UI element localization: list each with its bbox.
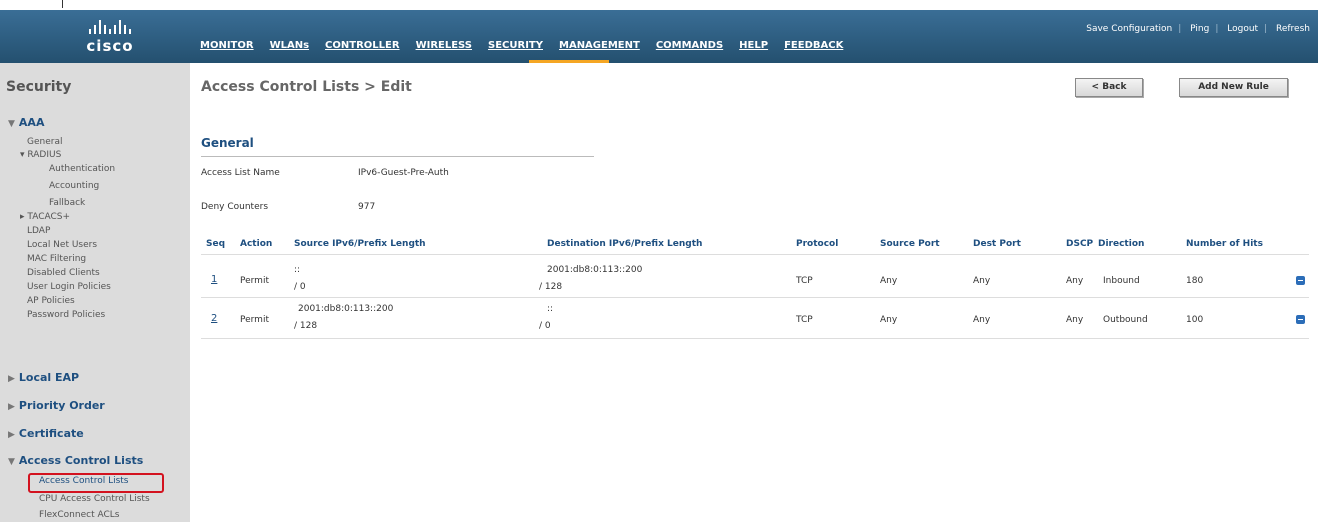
row-1-source-port: Any xyxy=(880,276,898,286)
sidebar-item-ap-policies[interactable]: AP Policies xyxy=(27,296,75,306)
sidebar-item-general[interactable]: General xyxy=(27,137,62,147)
nav-security[interactable]: SECURITY xyxy=(488,40,543,51)
row-2-protocol: TCP xyxy=(796,315,813,325)
row-2-hits: 100 xyxy=(1186,315,1204,325)
section-title-general: General xyxy=(201,136,254,150)
top-strip xyxy=(0,0,1318,10)
row-1-source-address: :: xyxy=(294,265,301,275)
sidebar-item-local-net-users[interactable]: Local Net Users xyxy=(27,240,97,250)
row-2-dest-port: Any xyxy=(973,315,991,325)
column-header-dest-port: Dest Port xyxy=(973,239,1021,249)
cisco-wordmark: cisco xyxy=(86,37,134,55)
column-header-number-of-hits: Number of Hits xyxy=(1186,239,1263,249)
row-1-destination-prefix: / 128 xyxy=(539,282,563,292)
collapsed-arrow-icon: ▶ xyxy=(8,430,15,440)
sidebar-item-ldap[interactable]: LDAP xyxy=(27,226,50,236)
nav-controller[interactable]: CONTROLLER xyxy=(325,40,400,51)
row-2-direction: Outbound xyxy=(1103,315,1148,325)
row-divider xyxy=(201,297,1309,298)
main-content: Access Control Lists > Edit < Back Add N… xyxy=(190,63,1318,522)
sidebar-item-mac-filtering[interactable]: MAC Filtering xyxy=(27,254,86,264)
refresh-link[interactable]: Refresh xyxy=(1276,24,1310,34)
row-1-dest-port: Any xyxy=(973,276,991,286)
column-header-source: Source IPv6/Prefix Length xyxy=(294,239,426,249)
column-header-source-port: Source Port xyxy=(880,239,940,249)
sidebar-item-authentication[interactable]: Authentication xyxy=(49,164,115,174)
expanded-arrow-icon: ▼ xyxy=(8,457,15,467)
acl-name-value: IPv6-Guest-Pre-Auth xyxy=(358,168,449,178)
sidebar-item-user-login-policies[interactable]: User Login Policies xyxy=(27,282,111,292)
sidebar-item-cpu-acl[interactable]: CPU Access Control Lists xyxy=(39,494,150,504)
header-divider xyxy=(201,254,1309,255)
add-new-rule-button[interactable]: Add New Rule xyxy=(1179,78,1288,97)
row-1-action: Permit xyxy=(240,276,269,286)
row-2-source-port: Any xyxy=(880,315,898,325)
sidebar-item-tacacs[interactable]: ▸ TACACS+ xyxy=(20,212,70,222)
top-links: Save Configuration | Ping | Logout | Refres… xyxy=(1086,24,1310,34)
row-1-protocol: TCP xyxy=(796,276,813,286)
sidebar-item-local-eap[interactable]: ▶ Local EAP xyxy=(8,371,79,384)
column-header-action: Action xyxy=(240,239,273,249)
column-header-dscp: DSCP xyxy=(1066,239,1094,249)
row-1-menu-icon[interactable] xyxy=(1296,276,1305,285)
row-divider xyxy=(201,338,1309,339)
expanded-arrow-icon: ▼ xyxy=(8,119,15,129)
sidebar-item-flexconnect-acls[interactable]: FlexConnect ACLs xyxy=(39,510,119,520)
section-divider xyxy=(201,156,594,157)
collapsed-arrow-icon: ▶ xyxy=(8,402,15,412)
sidebar-item-accounting[interactable]: Accounting xyxy=(49,181,99,191)
sidebar-item-priority-order[interactable]: ▶ Priority Order xyxy=(8,399,105,412)
nav-wlans[interactable]: WLANs xyxy=(270,40,309,51)
main-nav: MONITOR WLANs CONTROLLER WIRELESS SECURI… xyxy=(200,40,859,51)
highlight-box xyxy=(28,473,164,493)
sidebar-item-disabled-clients[interactable]: Disabled Clients xyxy=(27,268,100,278)
row-1-destination-address: 2001:db8:0:113::200 xyxy=(547,265,643,275)
row-1-hits: 180 xyxy=(1186,276,1204,286)
nav-monitor[interactable]: MONITOR xyxy=(200,40,254,51)
row-2-menu-icon[interactable] xyxy=(1296,315,1305,324)
sidebar-item-certificate[interactable]: ▶ Certificate xyxy=(8,427,84,440)
row-1-direction: Inbound xyxy=(1103,276,1140,286)
ping-link[interactable]: Ping xyxy=(1190,24,1209,34)
column-header-direction: Direction xyxy=(1098,239,1145,249)
sidebar-item-aaa[interactable]: ▼ AAA xyxy=(8,116,44,129)
page-title: Access Control Lists > Edit xyxy=(201,79,412,95)
sidebar-item-access-control-lists[interactable]: ▼ Access Control Lists xyxy=(8,454,143,467)
cursor-mark xyxy=(62,0,63,8)
row-2-destination-prefix: / 0 xyxy=(539,321,551,331)
nav-management[interactable]: MANAGEMENT xyxy=(559,40,640,51)
column-header-seq: Seq xyxy=(206,239,226,249)
deny-counters-label: Deny Counters xyxy=(201,202,269,212)
row-2-source-prefix: / 128 xyxy=(294,321,318,331)
sidebar-item-fallback[interactable]: Fallback xyxy=(49,198,85,208)
row-1-source-prefix: / 0 xyxy=(294,282,306,292)
row-2-seq-link[interactable]: 2 xyxy=(211,313,217,324)
nav-help[interactable]: HELP xyxy=(739,40,768,51)
sidebar-item-radius[interactable]: ▾ RADIUS xyxy=(20,150,61,160)
cisco-logo-icon xyxy=(82,18,138,34)
row-2-dscp: Any xyxy=(1066,315,1084,325)
deny-counters-value: 977 xyxy=(358,202,376,212)
row-2-source-address: 2001:db8:0:113::200 xyxy=(298,304,394,314)
row-1-seq-link[interactable]: 1 xyxy=(211,274,217,285)
sidebar-item-password-policies[interactable]: Password Policies xyxy=(27,310,105,320)
back-button[interactable]: < Back xyxy=(1075,78,1143,97)
nav-wireless[interactable]: WIRELESS xyxy=(416,40,472,51)
acl-name-label: Access List Name xyxy=(201,168,280,178)
logout-link[interactable]: Logout xyxy=(1227,24,1258,34)
header-bar: cisco Save Configuration | Ping | Logout | … xyxy=(0,10,1318,63)
row-2-action: Permit xyxy=(240,315,269,325)
column-header-protocol: Protocol xyxy=(796,239,839,249)
save-configuration-link[interactable]: Save Configuration xyxy=(1086,24,1172,34)
cisco-logo: cisco xyxy=(82,18,138,58)
sidebar-title: Security xyxy=(6,79,72,95)
row-2-destination-address: :: xyxy=(547,304,554,314)
column-header-destination: Destination IPv6/Prefix Length xyxy=(547,239,703,249)
row-1-dscp: Any xyxy=(1066,276,1084,286)
nav-commands[interactable]: COMMANDS xyxy=(656,40,723,51)
collapsed-arrow-icon: ▶ xyxy=(8,374,15,384)
nav-feedback[interactable]: FEEDBACK xyxy=(784,40,843,51)
